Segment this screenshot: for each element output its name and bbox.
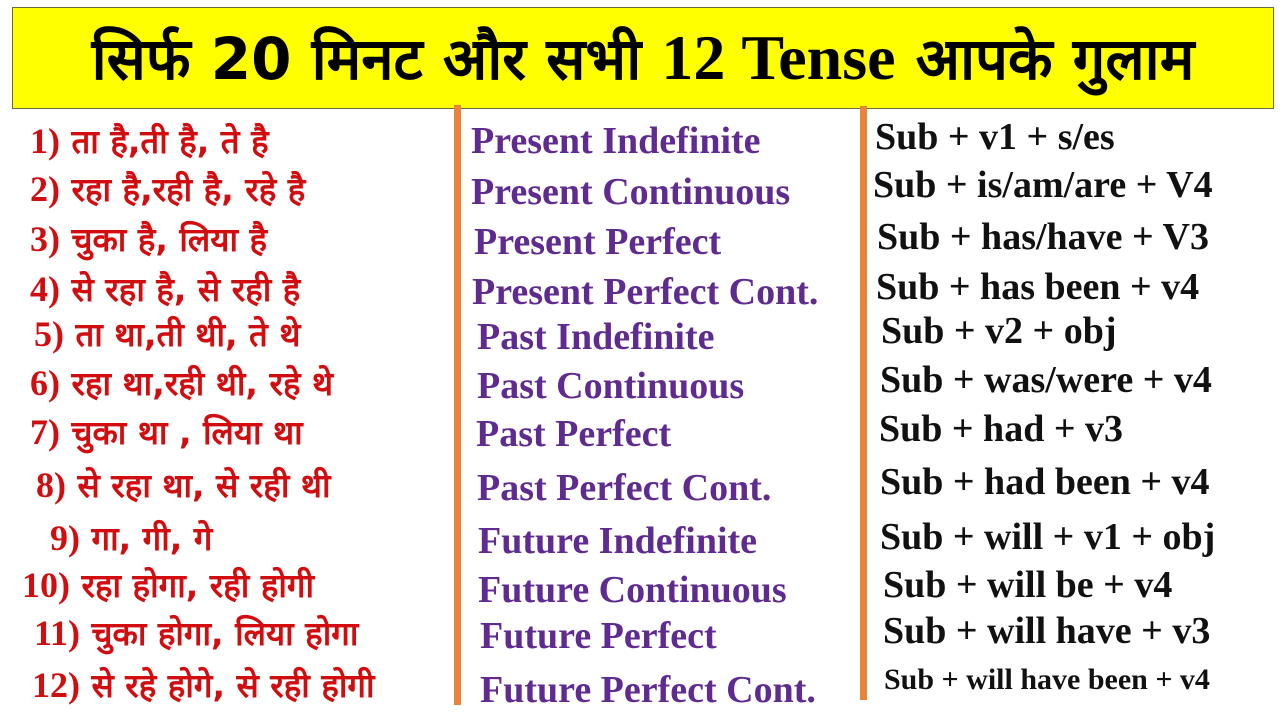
tense-name: Future Perfect Cont. bbox=[480, 669, 816, 711]
row-number: 4) bbox=[30, 269, 60, 309]
tense-formula: Sub + has been + v4 bbox=[876, 266, 1200, 308]
hindi-marker-text: से रहा था, से रही थी bbox=[77, 466, 331, 505]
hindi-marker-row: 1) ता है,ती है, ते है bbox=[30, 123, 269, 159]
tense-name: Future Continuous bbox=[478, 569, 787, 611]
row-number: 3) bbox=[30, 219, 60, 259]
tense-name: Past Perfect Cont. bbox=[477, 467, 772, 509]
hindi-marker-text: रहा है,रही है, रहे है bbox=[71, 170, 306, 209]
hindi-marker-text: चुका होगा, लिया होगा bbox=[91, 614, 359, 653]
title-banner: सिर्फ 20 मिनट और सभी 12 Tense आपके गुलाम bbox=[12, 7, 1274, 109]
hindi-marker-row: 6) रहा था,रही थी, रहे थे bbox=[30, 365, 333, 401]
hindi-marker-text: से रहे होगे, से रही होगी bbox=[91, 666, 375, 705]
row-number: 7) bbox=[30, 412, 60, 452]
hindi-marker-row: 4) से रहा है, से रही है bbox=[30, 271, 300, 307]
tense-name: Present Perfect bbox=[474, 221, 722, 263]
tense-formula: Sub + was/were + v4 bbox=[880, 359, 1212, 401]
hindi-marker-text: रहा होगा, रही होगी bbox=[81, 566, 315, 605]
tense-formula: Sub + will have + v3 bbox=[883, 610, 1211, 652]
tense-formula: Sub + will + v1 + obj bbox=[880, 516, 1216, 558]
hindi-marker-row: 3) चुका है, लिया है bbox=[30, 221, 267, 257]
hindi-marker-row: 8) से रहा था, से रही थी bbox=[36, 467, 331, 503]
tense-formula: Sub + had been + v4 bbox=[880, 461, 1210, 503]
row-number: 5) bbox=[34, 314, 64, 354]
tense-formula: Sub + is/am/are + V4 bbox=[873, 164, 1213, 206]
tense-name: Future Perfect bbox=[480, 615, 717, 657]
row-number: 9) bbox=[50, 518, 80, 558]
row-number: 6) bbox=[30, 363, 60, 403]
hindi-marker-text: ता है,ती है, ते है bbox=[71, 122, 269, 161]
tense-name: Past Continuous bbox=[477, 365, 745, 407]
tense-name: Present Indefinite bbox=[471, 120, 761, 162]
column-divider-left bbox=[454, 105, 461, 705]
hindi-marker-text: से रहा है, से रही है bbox=[71, 270, 301, 309]
hindi-marker-row: 7) चुका था , लिया था bbox=[30, 414, 303, 450]
row-number: 10) bbox=[22, 565, 70, 605]
row-number: 2) bbox=[30, 169, 60, 209]
hindi-marker-row: 11) चुका होगा, लिया होगा bbox=[34, 615, 358, 651]
tense-formula: Sub + has/have + V3 bbox=[877, 216, 1209, 258]
tense-name: Present Perfect Cont. bbox=[472, 271, 819, 313]
hindi-marker-text: गा, गी, गे bbox=[91, 519, 213, 558]
hindi-marker-row: 2) रहा है,रही है, रहे है bbox=[30, 171, 305, 207]
tense-formula: Sub + will have been + v4 bbox=[884, 663, 1210, 696]
tense-name: Present Continuous bbox=[471, 171, 791, 213]
hindi-marker-row: 10) रहा होगा, रही होगी bbox=[22, 567, 314, 603]
row-number: 11) bbox=[34, 613, 81, 653]
hindi-marker-text: चुका था , लिया था bbox=[71, 413, 303, 452]
hindi-marker-text: रहा था,रही थी, रहे थे bbox=[71, 364, 334, 403]
hindi-marker-row: 9) गा, गी, गे bbox=[50, 520, 212, 556]
row-number: 12) bbox=[32, 665, 80, 705]
tense-formula: Sub + had + v3 bbox=[879, 408, 1123, 450]
banner-title-hindi-part: सिर्फ 20 मिनट और सभी bbox=[91, 25, 662, 93]
hindi-marker-text: ता था,ती थी, ते थे bbox=[75, 315, 301, 354]
hindi-marker-row: 12) से रहे होगे, से रही होगी bbox=[32, 667, 375, 703]
tense-formula: Sub + v2 + obj bbox=[881, 310, 1117, 352]
tense-name: Past Indefinite bbox=[477, 316, 715, 358]
tense-name: Future Indefinite bbox=[478, 520, 758, 562]
row-number: 1) bbox=[30, 121, 60, 161]
tense-name: Past Perfect bbox=[476, 413, 672, 455]
tense-formula: Sub + will be + v4 bbox=[883, 564, 1173, 606]
banner-title-hindi-suffix: आपके गुलाम bbox=[895, 25, 1195, 93]
tense-formula: Sub + v1 + s/es bbox=[875, 116, 1115, 158]
column-divider-right bbox=[860, 106, 867, 700]
hindi-marker-text: चुका है, लिया है bbox=[71, 220, 268, 259]
banner-title: सिर्फ 20 मिनट और सभी 12 Tense आपके गुलाम bbox=[92, 26, 1195, 90]
banner-title-english-part: 12 Tense bbox=[661, 22, 896, 93]
row-number: 8) bbox=[36, 465, 66, 505]
hindi-marker-row: 5) ता था,ती थी, ते थे bbox=[34, 316, 300, 352]
